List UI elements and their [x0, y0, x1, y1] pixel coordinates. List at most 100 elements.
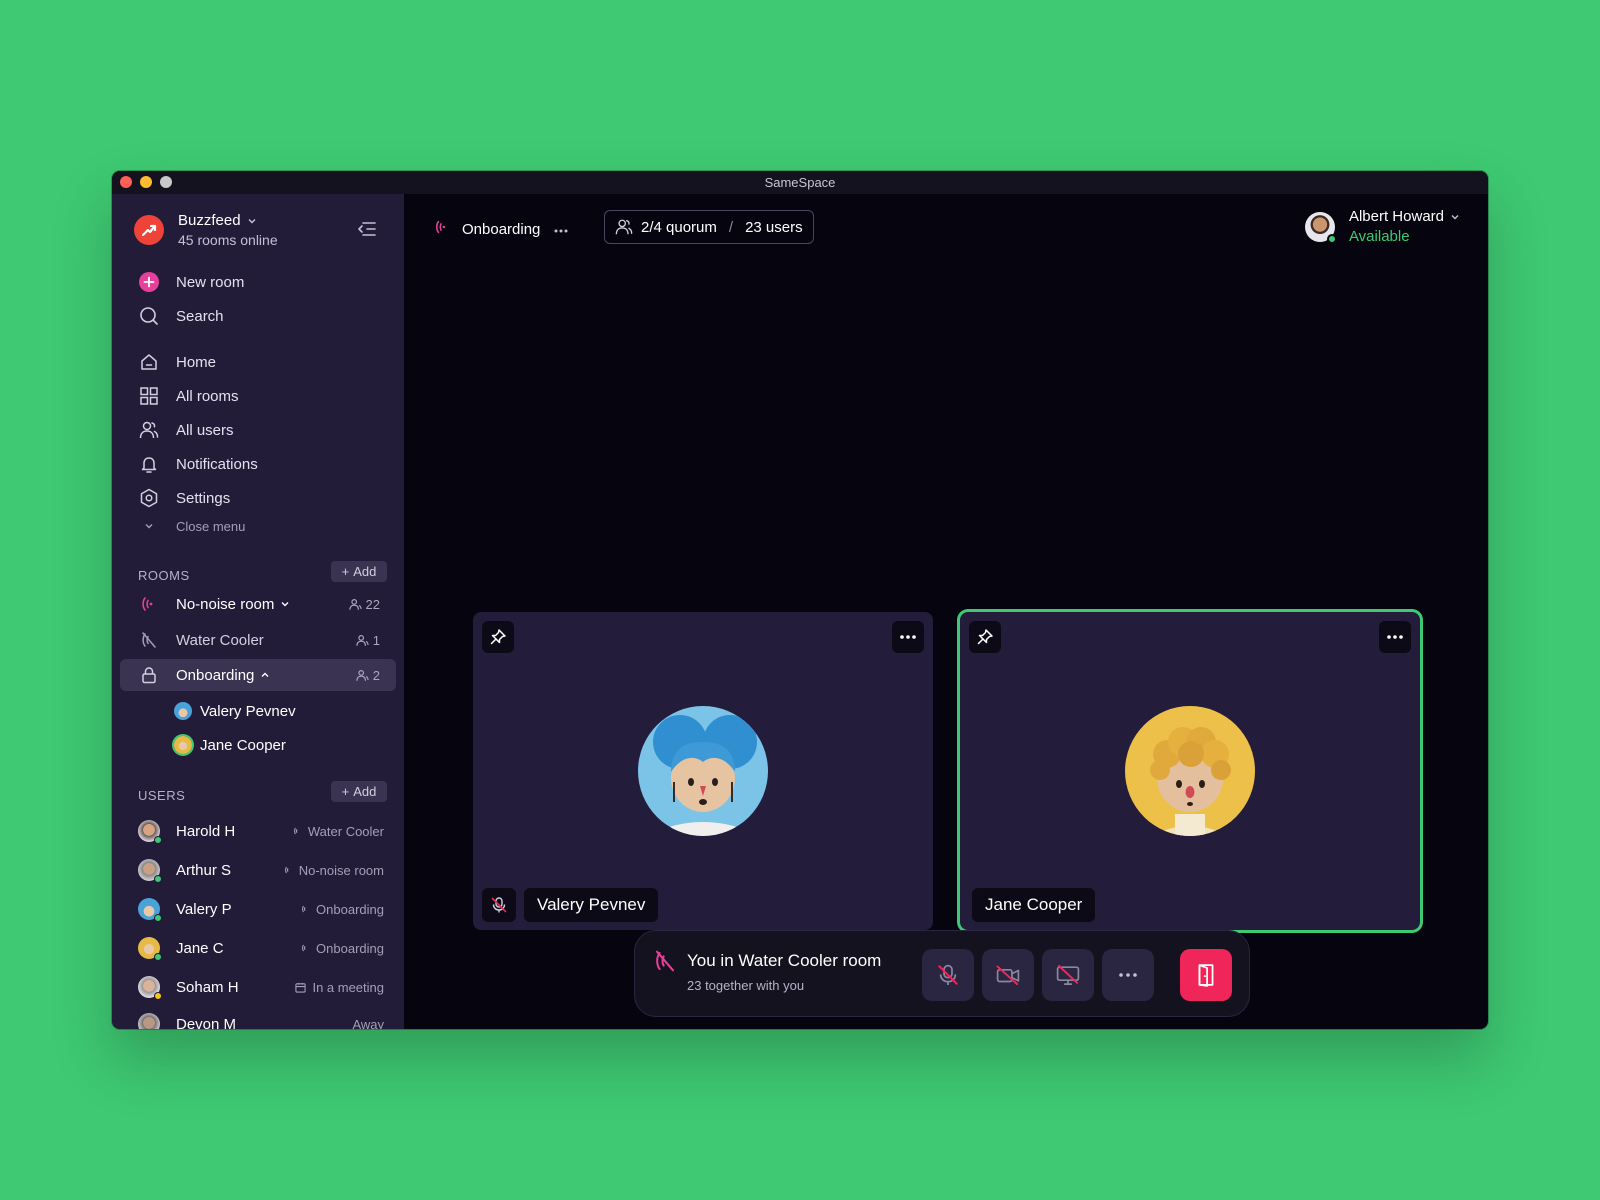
pin-button[interactable]	[482, 621, 514, 653]
search-button[interactable]: Search	[138, 304, 224, 328]
toggle-camera-button[interactable]	[982, 949, 1034, 1001]
user-name: Jane C	[176, 939, 224, 957]
call-control-bar: You in Water Cooler room 23 together wit…	[634, 930, 1250, 1017]
users-icon	[615, 219, 633, 235]
add-user-button[interactable]: + Add	[331, 781, 387, 802]
user-item[interactable]: Jane C Onboarding	[138, 934, 384, 962]
user-item[interactable]: Soham H In a meeting	[138, 973, 384, 1001]
quorum-badge[interactable]: 2/4 quorum / 23 users	[604, 210, 814, 244]
nav-all-users[interactable]: All users	[138, 418, 234, 442]
broadcast-icon	[293, 827, 298, 835]
pin-button[interactable]	[969, 621, 1001, 653]
toggle-microphone-button[interactable]	[922, 949, 974, 1001]
broadcast-icon	[434, 218, 450, 240]
new-room-button[interactable]: New room	[138, 270, 244, 294]
room-member-item[interactable]: Valery Pevnev	[174, 702, 296, 720]
users-count-text: 23 users	[745, 218, 803, 236]
user-name: Arthur S	[176, 861, 232, 879]
room-member-name: Valery Pevnev	[200, 702, 296, 720]
add-room-label: Add	[353, 564, 377, 579]
room-member-name: Jane Cooper	[200, 736, 286, 754]
call-room-title: You in Water Cooler room	[687, 951, 882, 970]
broadcast-off-icon	[138, 629, 160, 651]
user-location: Onboarding	[301, 941, 384, 956]
more-horizontal-icon	[900, 635, 916, 639]
minimize-window-button[interactable]	[140, 176, 152, 188]
close-menu-button[interactable]: Close menu	[138, 514, 245, 538]
nav-home[interactable]: Home	[138, 350, 216, 374]
participant-tile[interactable]: Jane Cooper	[960, 612, 1420, 930]
participant-tile[interactable]: Valery Pevnev	[473, 612, 933, 930]
status-dot	[154, 836, 162, 844]
title-bar: SameSpace	[112, 171, 1488, 194]
user-location-text: Away	[352, 1016, 384, 1030]
user-location: In a meeting	[295, 980, 384, 995]
broadcast-icon	[138, 593, 160, 615]
tile-options-button[interactable]	[1379, 621, 1411, 653]
user-item[interactable]: Valery P Onboarding	[138, 895, 384, 923]
user-item[interactable]: Devon M Away	[138, 1010, 384, 1029]
menu-collapse-icon	[358, 222, 376, 236]
avatar	[174, 702, 192, 720]
app-window: SameSpace Buzzfeed 45 rooms online New r…	[112, 171, 1488, 1029]
current-user-menu[interactable]: Albert Howard Available	[1304, 208, 1460, 245]
nav-all-rooms-label: All rooms	[176, 387, 239, 405]
avatar	[138, 1013, 160, 1029]
exit-door-icon	[1198, 964, 1214, 987]
room-item-water-cooler[interactable]: Water Cooler 1	[120, 624, 396, 656]
current-room-name: Onboarding	[462, 220, 541, 238]
collapse-sidebar-button[interactable]	[356, 218, 378, 240]
avatar	[138, 937, 162, 961]
user-item[interactable]: Arthur S No-noise room	[138, 856, 384, 884]
room-item-onboarding[interactable]: Onboarding 2	[120, 659, 396, 691]
nav-notifications[interactable]: Notifications	[138, 452, 258, 476]
room-name: Water Cooler	[176, 631, 264, 649]
pin-icon	[977, 629, 993, 645]
users-icon	[348, 598, 362, 610]
muted-indicator	[482, 888, 516, 922]
quorum-separator: /	[728, 218, 734, 236]
current-user-name: Albert Howard	[1348, 208, 1444, 225]
main-area: Onboarding 2/4 quorum / 23 users Albert …	[404, 194, 1488, 1029]
grid-icon	[138, 385, 160, 407]
users-icon	[138, 419, 160, 441]
nav-all-rooms[interactable]: All rooms	[138, 384, 239, 408]
room-count-value: 2	[372, 667, 380, 683]
status-dot	[154, 953, 162, 961]
quorum-text: 2/4 quorum	[641, 218, 717, 236]
status-dot	[154, 875, 162, 883]
room-user-count: 1	[356, 633, 380, 648]
avatar	[138, 820, 162, 844]
broadcast-icon	[284, 866, 289, 874]
more-call-options-button[interactable]	[1102, 949, 1154, 1001]
tile-options-button[interactable]	[892, 621, 924, 653]
pin-icon	[490, 629, 506, 645]
avatar	[1304, 211, 1337, 244]
zoom-window-button[interactable]	[160, 176, 172, 188]
close-menu-label: Close menu	[176, 518, 246, 534]
nav-settings[interactable]: Settings	[138, 486, 230, 510]
add-room-button[interactable]: + Add	[331, 561, 387, 582]
room-member-item[interactable]: Jane Cooper	[174, 736, 286, 754]
window-title: SameSpace	[764, 175, 836, 190]
leave-room-button[interactable]	[1180, 949, 1232, 1001]
avatar	[174, 736, 192, 754]
status-dot	[154, 992, 162, 1000]
user-location: Water Cooler	[293, 824, 384, 839]
search-label: Search	[176, 307, 224, 325]
nav-all-users-label: All users	[176, 421, 234, 439]
chevron-down-icon	[138, 515, 160, 537]
plus-icon: +	[341, 784, 350, 799]
toggle-screenshare-button[interactable]	[1042, 949, 1094, 1001]
room-options-button[interactable]	[554, 220, 568, 238]
search-icon	[138, 305, 160, 327]
workspace-switcher[interactable]: Buzzfeed 45 rooms online	[134, 212, 278, 248]
user-item[interactable]: Harold H Water Cooler	[138, 817, 384, 845]
user-location: No-noise room	[284, 863, 384, 878]
avatar	[138, 859, 162, 883]
nav-notifications-label: Notifications	[176, 455, 258, 473]
calendar-icon	[295, 982, 307, 993]
room-item-no-noise[interactable]: No-noise room 22	[120, 588, 396, 620]
workspace-name: Buzzfeed	[178, 212, 241, 229]
close-window-button[interactable]	[120, 176, 132, 188]
